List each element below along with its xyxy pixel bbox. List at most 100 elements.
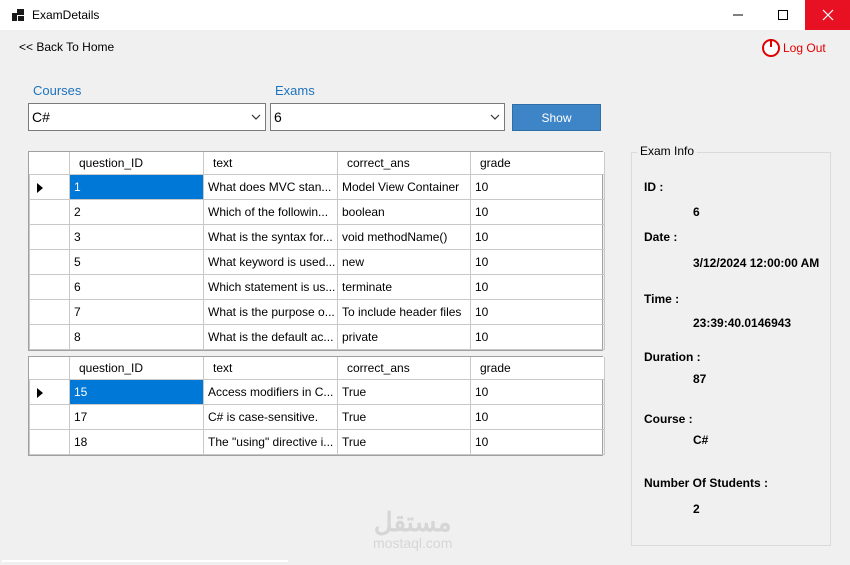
cell-correct-ans[interactable]: boolean xyxy=(337,198,471,225)
cell-text[interactable]: What does MVC stan... xyxy=(203,173,338,200)
cell-question-id[interactable]: 6 xyxy=(69,273,204,300)
cell-question-id[interactable]: 3 xyxy=(69,223,204,250)
column-header-grade[interactable]: grade xyxy=(470,357,605,380)
grid-header-row: question_ID text correct_ans grade xyxy=(29,152,605,175)
maximize-icon xyxy=(777,10,788,20)
chevron-down-icon xyxy=(490,114,500,120)
cell-text[interactable]: What is the default ac... xyxy=(203,323,338,350)
cell-correct-ans[interactable]: new xyxy=(337,248,471,275)
row-header[interactable] xyxy=(29,198,70,225)
table-row[interactable]: 18 The "using" directive i... True 10 xyxy=(29,428,605,455)
date-label: Date : xyxy=(644,230,678,244)
cell-question-id[interactable]: 7 xyxy=(69,298,204,325)
column-header-question-id[interactable]: question_ID xyxy=(69,357,204,380)
cell-grade[interactable]: 10 xyxy=(470,173,605,200)
cell-grade[interactable]: 10 xyxy=(470,323,605,350)
cell-question-id[interactable]: 1 xyxy=(69,173,204,200)
logout-button[interactable]: Log Out xyxy=(762,38,826,58)
minimize-button[interactable] xyxy=(715,0,760,30)
cell-question-id[interactable]: 17 xyxy=(69,403,204,430)
exam-info-title: Exam Info xyxy=(637,144,698,158)
row-header-corner xyxy=(29,357,70,380)
column-header-question-id[interactable]: question_ID xyxy=(69,152,204,175)
cell-correct-ans[interactable]: Model View Container xyxy=(337,173,471,200)
cell-question-id[interactable]: 8 xyxy=(69,323,204,350)
current-row-arrow-icon xyxy=(37,182,43,193)
logout-label: Log Out xyxy=(783,41,826,55)
cell-grade[interactable]: 10 xyxy=(470,273,605,300)
row-header[interactable] xyxy=(29,223,70,250)
table-row[interactable]: 3 What is the syntax for... void methodNam… xyxy=(29,223,605,250)
maximize-button[interactable] xyxy=(760,0,805,30)
cell-correct-ans[interactable]: private xyxy=(337,323,471,350)
table-row[interactable]: 17 C# is case-sensitive. True 10 xyxy=(29,403,605,430)
cell-text[interactable]: The "using" directive i... xyxy=(203,428,338,455)
table-row[interactable]: 8 What is the default ac... private 10 xyxy=(29,323,605,350)
row-header[interactable] xyxy=(29,273,70,300)
cell-correct-ans[interactable]: True xyxy=(337,428,471,455)
table-row[interactable]: 1 What does MVC stan... Model View Contain… xyxy=(29,173,605,200)
cell-correct-ans[interactable]: terminate xyxy=(337,273,471,300)
close-button[interactable] xyxy=(805,0,850,30)
watermark-latin: mostaql.com xyxy=(373,535,453,551)
course-value: C# xyxy=(693,433,709,447)
tf-questions-grid[interactable]: question_ID text correct_ans grade 15 Acc… xyxy=(28,356,605,456)
cell-grade[interactable]: 10 xyxy=(470,428,605,455)
cell-grade[interactable]: 10 xyxy=(470,223,605,250)
watermark-arabic: مستقل xyxy=(373,507,452,537)
cell-question-id[interactable]: 2 xyxy=(69,198,204,225)
row-header[interactable] xyxy=(29,403,70,430)
cell-text[interactable]: What keyword is used... xyxy=(203,248,338,275)
courses-dropdown[interactable]: C# xyxy=(28,103,266,131)
students-count-value: 2 xyxy=(693,502,700,516)
row-header[interactable] xyxy=(29,248,70,275)
column-header-correct-ans[interactable]: correct_ans xyxy=(337,357,471,380)
back-to-home-link[interactable]: << Back To Home xyxy=(19,40,114,54)
row-header[interactable] xyxy=(29,378,70,405)
close-icon xyxy=(822,9,833,21)
date-value: 3/12/2024 12:00:00 AM xyxy=(693,256,820,270)
exams-dropdown[interactable]: 6 xyxy=(270,103,505,131)
courses-selected-value: C# xyxy=(32,109,50,125)
cell-grade[interactable]: 10 xyxy=(470,298,605,325)
table-row[interactable]: 7 What is the purpose o... To include head… xyxy=(29,298,605,325)
current-row-arrow-icon xyxy=(37,387,43,398)
cell-correct-ans[interactable]: True xyxy=(337,403,471,430)
cell-grade[interactable]: 10 xyxy=(470,378,605,405)
row-header[interactable] xyxy=(29,173,70,200)
time-label: Time : xyxy=(644,292,680,306)
chevron-down-icon xyxy=(251,114,261,120)
column-header-text[interactable]: text xyxy=(203,152,338,175)
table-row[interactable]: 5 What keyword is used... new 10 xyxy=(29,248,605,275)
table-row[interactable]: 15 Access modifiers in C... True 10 xyxy=(29,378,605,405)
row-header[interactable] xyxy=(29,298,70,325)
table-row[interactable]: 6 Which statement is us... terminate 10 xyxy=(29,273,605,300)
column-header-grade[interactable]: grade xyxy=(470,152,605,175)
cell-correct-ans[interactable]: True xyxy=(337,378,471,405)
table-row[interactable]: 2 Which of the followin... boolean 10 xyxy=(29,198,605,225)
show-button[interactable]: Show xyxy=(512,104,601,131)
column-header-correct-ans[interactable]: correct_ans xyxy=(337,152,471,175)
duration-value: 87 xyxy=(693,372,707,386)
column-header-text[interactable]: text xyxy=(203,357,338,380)
cell-question-id[interactable]: 15 xyxy=(69,378,204,405)
cell-question-id[interactable]: 18 xyxy=(69,428,204,455)
cell-question-id[interactable]: 5 xyxy=(69,248,204,275)
row-header[interactable] xyxy=(29,428,70,455)
cell-grade[interactable]: 10 xyxy=(470,403,605,430)
cell-text[interactable]: Which statement is us... xyxy=(203,273,338,300)
row-header-corner xyxy=(29,152,70,175)
cell-text[interactable]: What is the purpose o... xyxy=(203,298,338,325)
cell-text[interactable]: C# is case-sensitive. xyxy=(203,403,338,430)
cell-grade[interactable]: 10 xyxy=(470,198,605,225)
mcq-questions-grid[interactable]: question_ID text correct_ans grade 1 What… xyxy=(28,151,605,351)
cell-text[interactable]: Which of the followin... xyxy=(203,198,338,225)
cell-grade[interactable]: 10 xyxy=(470,248,605,275)
client-area: << Back To Home Log Out Courses C# Exams… xyxy=(0,30,850,565)
cell-text[interactable]: Access modifiers in C... xyxy=(203,378,338,405)
cell-correct-ans[interactable]: To include header files xyxy=(337,298,471,325)
row-header[interactable] xyxy=(29,323,70,350)
course-label: Course : xyxy=(644,412,693,426)
cell-text[interactable]: What is the syntax for... xyxy=(203,223,338,250)
cell-correct-ans[interactable]: void methodName() xyxy=(337,223,471,250)
